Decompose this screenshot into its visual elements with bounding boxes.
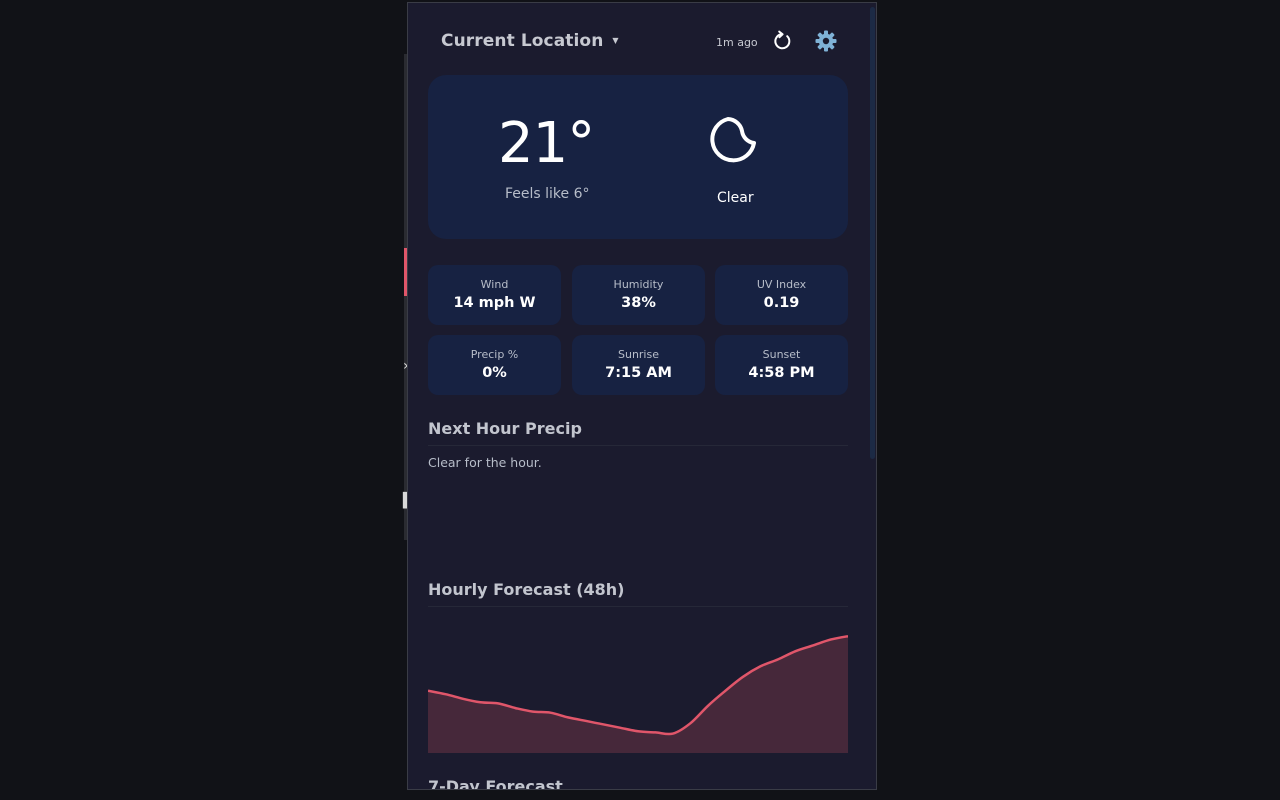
last-updated: 1m ago <box>716 36 758 49</box>
condition-text: Clear <box>717 190 754 206</box>
gear-icon <box>815 30 837 52</box>
settings-button[interactable] <box>815 30 837 52</box>
stat-label: UV Index <box>756 278 807 291</box>
weather-popup: Current Location ▼ 1m ago 21° Feels like… <box>407 2 877 790</box>
stat-value: 14 mph W <box>453 295 536 311</box>
stat-label: Precip % <box>470 348 519 361</box>
stat-value: 38% <box>621 295 656 311</box>
stat-label: Wind <box>480 278 509 291</box>
refresh-icon <box>774 30 791 50</box>
daily-forecast-title: 7-Day Forecast <box>428 777 563 790</box>
stat-wind: Wind 14 mph W <box>428 265 561 325</box>
next-hour-title: Next Hour Precip <box>428 419 582 438</box>
scrollbar[interactable] <box>868 3 876 789</box>
location-label: Current Location <box>441 31 604 51</box>
moon-icon <box>710 117 756 163</box>
current-conditions-card: 21° Feels like 6° Clear <box>428 75 848 239</box>
stat-label: Humidity <box>613 278 664 291</box>
stat-value: 4:58 PM <box>748 365 815 381</box>
divider <box>428 445 848 446</box>
stat-label: Sunrise <box>617 348 659 361</box>
stat-precip: Precip % 0% <box>428 335 561 395</box>
feels-like: Feels like 6° <box>505 186 590 202</box>
stat-value: 0.19 <box>763 295 800 311</box>
location-selector[interactable]: Current Location ▼ <box>441 31 619 51</box>
stat-value: 7:15 AM <box>605 365 672 381</box>
caret-down-icon: ▼ <box>612 35 619 45</box>
hourly-temperature-chart <box>428 634 848 753</box>
stat-label: Sunset <box>762 348 801 361</box>
stat-humidity: Humidity 38% <box>572 265 705 325</box>
divider <box>428 606 848 607</box>
refresh-button[interactable] <box>771 30 793 52</box>
current-temperature: 21° <box>498 111 595 176</box>
header: Current Location ▼ 1m ago <box>408 3 868 81</box>
stat-sunset: Sunset 4:58 PM <box>715 335 848 395</box>
scrollbar-thumb[interactable] <box>870 7 875 459</box>
stat-uv-index: UV Index 0.19 <box>715 265 848 325</box>
next-hour-text: Clear for the hour. <box>428 455 542 470</box>
stat-sunrise: Sunrise 7:15 AM <box>572 335 705 395</box>
hourly-forecast-title: Hourly Forecast (48h) <box>428 580 625 599</box>
stat-value: 0% <box>482 365 507 381</box>
chart-area <box>428 636 848 753</box>
